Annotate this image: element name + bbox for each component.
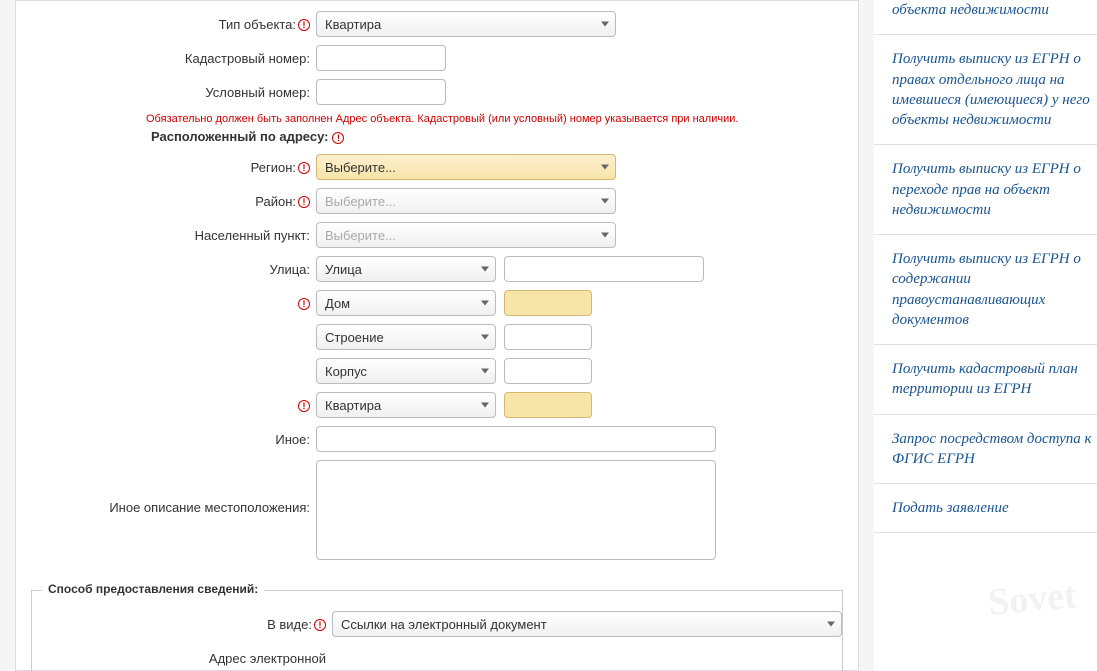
street-input[interactable] xyxy=(504,256,704,282)
chevron-down-icon xyxy=(601,199,609,204)
delivery-legend: Способ предоставления сведений: xyxy=(42,582,264,596)
region-label: Регион: xyxy=(251,160,296,175)
required-icon: ! xyxy=(298,19,310,31)
delivery-fieldset: Способ предоставления сведений: В виде:!… xyxy=(31,590,843,671)
corpus-input[interactable] xyxy=(504,358,592,384)
required-icon: ! xyxy=(314,619,326,631)
district-label: Район: xyxy=(255,194,296,209)
street-label: Улица: xyxy=(16,262,316,277)
required-icon: ! xyxy=(298,400,310,412)
email-label: Адрес электронной xyxy=(32,651,332,666)
sidebar-item[interactable]: Подать заявление xyxy=(874,484,1097,533)
format-label: В виде: xyxy=(267,617,312,632)
house-input[interactable] xyxy=(504,290,592,316)
sidebar-item[interactable]: Получить выписку из ЕГРН о правах отдель… xyxy=(874,35,1097,145)
main-form-area: Тип объекта:! Квартира Кадастровый номер… xyxy=(0,0,874,671)
sidebar-item[interactable]: Получить кадастровый план территории из … xyxy=(874,345,1097,415)
chevron-down-icon xyxy=(601,22,609,27)
chevron-down-icon xyxy=(601,165,609,170)
chevron-down-icon xyxy=(481,267,489,272)
chevron-down-icon xyxy=(827,622,835,627)
sidebar: объекта недвижимости Получить выписку из… xyxy=(874,0,1097,671)
building-input[interactable] xyxy=(504,324,592,350)
required-icon: ! xyxy=(332,132,344,144)
chevron-down-icon xyxy=(481,369,489,374)
otherdesc-textarea[interactable] xyxy=(316,460,716,560)
sidebar-item[interactable]: объекта недвижимости xyxy=(874,0,1097,35)
settlement-select[interactable]: Выберите... xyxy=(316,222,616,248)
settlement-label: Населенный пункт: xyxy=(16,228,316,243)
building-type-select[interactable]: Строение xyxy=(316,324,496,350)
street-type-select[interactable]: Улица xyxy=(316,256,496,282)
other-label: Иное: xyxy=(16,432,316,447)
other-input[interactable] xyxy=(316,426,716,452)
cadastral-label: Кадастровый номер: xyxy=(16,51,316,66)
conditional-input[interactable] xyxy=(316,79,446,105)
required-icon: ! xyxy=(298,196,310,208)
conditional-label: Условный номер: xyxy=(16,85,316,100)
corpus-type-select[interactable]: Корпус xyxy=(316,358,496,384)
cadastral-input[interactable] xyxy=(316,45,446,71)
required-icon: ! xyxy=(298,298,310,310)
object-type-select[interactable]: Квартира xyxy=(316,11,616,37)
otherdesc-label: Иное описание местоположения: xyxy=(16,460,316,515)
chevron-down-icon xyxy=(481,301,489,306)
chevron-down-icon xyxy=(481,403,489,408)
type-label: Тип объекта: xyxy=(219,17,296,32)
house-type-select[interactable]: Дом xyxy=(316,290,496,316)
district-select[interactable]: Выберите... xyxy=(316,188,616,214)
apt-type-select[interactable]: Квартира xyxy=(316,392,496,418)
sidebar-item[interactable]: Получить выписку из ЕГРН о переходе прав… xyxy=(874,145,1097,235)
required-icon: ! xyxy=(298,162,310,174)
region-select[interactable]: Выберите... xyxy=(316,154,616,180)
sidebar-item[interactable]: Запрос посредством доступа к ФГИС ЕГРН xyxy=(874,415,1097,485)
apt-input[interactable] xyxy=(504,392,592,418)
chevron-down-icon xyxy=(601,233,609,238)
address-section-label: Расположенный по адресу: xyxy=(151,129,328,144)
chevron-down-icon xyxy=(481,335,489,340)
warning-text: Обязательно должен быть заполнен Адрес о… xyxy=(16,113,858,125)
format-select[interactable]: Ссылки на электронный документ xyxy=(332,611,842,637)
sidebar-item[interactable]: Получить выписку из ЕГРН о содержании пр… xyxy=(874,235,1097,345)
